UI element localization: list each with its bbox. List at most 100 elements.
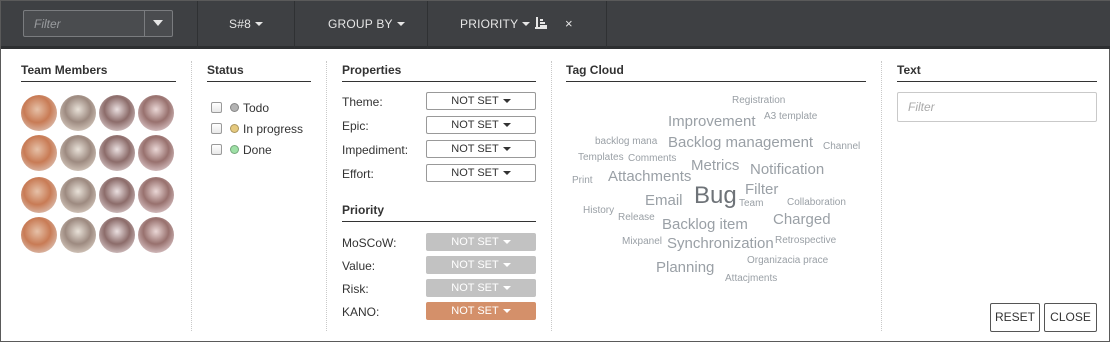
- risk-dropdown[interactable]: NOT SET: [426, 279, 536, 297]
- caret-down-icon: [502, 309, 511, 313]
- tag[interactable]: Backlog management: [668, 135, 813, 150]
- tag[interactable]: Backlog item: [662, 217, 748, 232]
- tag[interactable]: backlog mana: [595, 137, 657, 147]
- tag[interactable]: Synchronization: [667, 236, 774, 251]
- priority-label: Risk:: [342, 282, 369, 296]
- tag[interactable]: Improvement: [668, 114, 756, 129]
- tag[interactable]: Metrics: [691, 158, 739, 173]
- reset-button[interactable]: RESET: [990, 303, 1040, 332]
- status-checkbox[interactable]: [211, 102, 222, 113]
- tag[interactable]: Filter: [745, 182, 778, 197]
- tag[interactable]: Release: [618, 213, 655, 223]
- avatar[interactable]: [99, 177, 135, 213]
- tag[interactable]: Collaboration: [787, 198, 846, 208]
- status-label: Done: [243, 142, 272, 157]
- avatar[interactable]: [138, 177, 174, 213]
- team-members-title: Team Members: [21, 61, 176, 82]
- section-divider: [326, 61, 327, 331]
- sprint-label: S#8: [229, 17, 251, 31]
- status-checkbox[interactable]: [211, 123, 222, 134]
- avatar[interactable]: [99, 217, 135, 253]
- clear-sort-icon[interactable]: ×: [565, 16, 573, 31]
- tag[interactable]: Notification: [750, 162, 824, 177]
- tag[interactable]: Email: [645, 193, 683, 208]
- status-label: Todo: [243, 100, 270, 115]
- avatar[interactable]: [21, 135, 57, 171]
- tag[interactable]: Registration: [732, 96, 785, 106]
- group-by-selector[interactable]: GROUP BY: [328, 17, 405, 33]
- avatar[interactable]: [21, 177, 57, 213]
- priority-row-moscow: MoSCoW: NOT SET: [342, 233, 536, 253]
- sprint-selector[interactable]: S#8: [229, 17, 263, 33]
- effort-dropdown[interactable]: NOT SET: [426, 164, 536, 182]
- avatar[interactable]: [60, 95, 96, 131]
- avatar[interactable]: [60, 135, 96, 171]
- filter-panel: S#8 GROUP BY PRIORITY × Team Members: [0, 0, 1110, 342]
- status-color-dot: [230, 103, 239, 112]
- tag[interactable]: Planning: [656, 260, 714, 275]
- avatar[interactable]: [138, 217, 174, 253]
- toolbar: S#8 GROUP BY PRIORITY ×: [1, 1, 1110, 49]
- avatar[interactable]: [21, 95, 57, 131]
- avatar[interactable]: [99, 135, 135, 171]
- priority-label: MoSCoW:: [342, 236, 397, 250]
- moscow-dropdown[interactable]: NOT SET: [426, 233, 536, 251]
- priority-row-risk: Risk: NOT SET: [342, 279, 536, 299]
- close-button[interactable]: CLOSE: [1044, 303, 1097, 332]
- avatar[interactable]: [60, 217, 96, 253]
- properties-section: Properties Theme: NOT SET Epic: NOT SET …: [342, 61, 536, 331]
- tag[interactable]: Organizacia prace: [747, 256, 828, 266]
- caret-down-icon: [502, 123, 511, 127]
- value-dropdown[interactable]: NOT SET: [426, 256, 536, 274]
- dropdown-value: NOT SET: [451, 282, 499, 294]
- tag-cloud: Registration Improvement A3 template bac…: [566, 91, 866, 321]
- tag[interactable]: Attacjments: [725, 274, 777, 284]
- tag[interactable]: History: [583, 206, 614, 216]
- tag[interactable]: Charged: [773, 212, 831, 227]
- property-label: Effort:: [342, 167, 374, 181]
- kano-dropdown[interactable]: NOT SET: [426, 302, 536, 320]
- text-filter-input[interactable]: [897, 92, 1097, 122]
- avatar[interactable]: [138, 95, 174, 131]
- filter-combobox: [23, 10, 173, 37]
- caret-down-icon: [502, 286, 511, 290]
- section-divider: [191, 61, 192, 331]
- tag[interactable]: Team: [739, 199, 763, 209]
- tag[interactable]: Attachments: [608, 169, 691, 184]
- dropdown-value: NOT SET: [451, 143, 499, 155]
- dropdown-value: NOT SET: [451, 119, 499, 131]
- impediment-dropdown[interactable]: NOT SET: [426, 140, 536, 158]
- section-divider: [551, 61, 552, 331]
- status-option-in-progress[interactable]: In progress: [211, 118, 303, 139]
- epic-dropdown[interactable]: NOT SET: [426, 116, 536, 134]
- avatar[interactable]: [99, 95, 135, 131]
- property-row-impediment: Impediment: NOT SET: [342, 140, 536, 160]
- priority-title: Priority: [342, 201, 536, 222]
- caret-down-icon: [522, 22, 531, 26]
- tag[interactable]: Comments: [628, 154, 676, 164]
- tag[interactable]: Retrospective: [775, 236, 836, 246]
- tag[interactable]: Templates: [578, 153, 624, 163]
- filter-input[interactable]: [24, 11, 144, 36]
- property-row-theme: Theme: NOT SET: [342, 92, 536, 112]
- filter-dropdown-button[interactable]: [144, 11, 172, 36]
- properties-title: Properties: [342, 61, 536, 82]
- tag[interactable]: Bug: [694, 184, 737, 208]
- avatar[interactable]: [21, 217, 57, 253]
- tag[interactable]: Print: [572, 176, 593, 186]
- property-row-epic: Epic: NOT SET: [342, 116, 536, 136]
- tag[interactable]: Channel: [823, 142, 860, 152]
- priority-label: Value:: [342, 259, 376, 273]
- status-option-todo[interactable]: Todo: [211, 97, 303, 118]
- theme-dropdown[interactable]: NOT SET: [426, 92, 536, 110]
- avatar[interactable]: [138, 135, 174, 171]
- priority-row-kano: KANO: NOT SET: [342, 302, 536, 322]
- status-checkbox[interactable]: [211, 144, 222, 155]
- sort-order-icon[interactable]: [535, 16, 549, 30]
- sort-by-selector[interactable]: PRIORITY: [460, 17, 531, 33]
- status-option-done[interactable]: Done: [211, 139, 303, 160]
- tag[interactable]: A3 template: [764, 112, 817, 122]
- avatar[interactable]: [60, 177, 96, 213]
- tag[interactable]: Mixpanel: [622, 237, 662, 247]
- caret-down-icon: [502, 240, 511, 244]
